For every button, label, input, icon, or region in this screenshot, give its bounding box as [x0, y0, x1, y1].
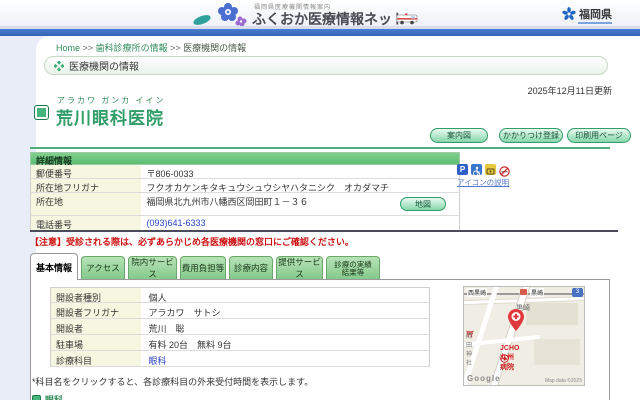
notice-text: 【注意】受診される際は、必ずあらかじめ各医療機関の窓口にご確認ください。 [30, 237, 354, 247]
row-label: 電話番号 [31, 216, 141, 230]
map-block [534, 339, 580, 365]
station-label-kurosaki: 黒崎 [530, 288, 545, 297]
department-section-label: 眼科 [45, 395, 64, 400]
breadcrumb-dental-link[interactable]: 歯科診療所の情報 [96, 43, 168, 53]
tab-provided-services[interactable]: 提供サービス [276, 256, 323, 279]
row-value: 〒806-0033 [140, 165, 459, 179]
map-pin-icon [508, 309, 524, 331]
guide-map-button[interactable]: 案内図 [430, 128, 488, 143]
row-value: 個人 [140, 288, 429, 303]
row-label: 所在地 [31, 193, 141, 215]
row-label: 開設者種別 [51, 288, 141, 303]
blue-accent-bar [0, 29, 640, 36]
tab-basic-info[interactable]: 基本情報 [30, 253, 78, 280]
map-button[interactable]: 地図 [400, 197, 446, 211]
print-page-button[interactable]: 印刷用ページ [567, 128, 631, 143]
breadcrumb: Home >> 歯科診療所の情報 >> 医療機関の情報 [56, 41, 246, 54]
facility-service-icon [485, 164, 496, 175]
diamond-flower-icon [54, 60, 64, 71]
hospital-name: 荒川眼科医院 [56, 109, 164, 128]
table-row-address: 所在地 福岡県北九州市八幡西区岡田町１－３６ [30, 193, 460, 216]
map-block [526, 303, 578, 325]
department-section-link[interactable]: 眼科 [32, 393, 63, 400]
updated-date: 2025年12月11日更新 [527, 86, 612, 96]
row-label: 駐車場 [51, 335, 141, 350]
route-shield: 3 [572, 288, 583, 297]
section-title: 医療機関の情報 [69, 62, 139, 73]
breadcrumb-current: 医療機関の情報 [183, 43, 247, 53]
table-row-founder-type: 開設者種別 個人 [50, 287, 430, 303]
green-divider [30, 147, 610, 149]
facility-icons: P [457, 164, 510, 177]
icons-explanation-link[interactable]: アイコンの説明 [457, 177, 509, 188]
row-value: 有料 20台 無料 9台 [140, 335, 429, 350]
table-row-departments: 診療科目 眼科 [50, 351, 430, 367]
row-label: 診療科目 [51, 351, 141, 366]
hospital-bullet-icon [34, 105, 49, 120]
site-header: 福岡県医療機関情報案内 ふくおか医療情報ネット 福岡県 [0, 0, 640, 27]
breadcrumb-home-link[interactable]: Home [56, 43, 80, 53]
parking-icon: P [457, 164, 468, 175]
google-logo: Google [467, 374, 501, 383]
row-value: 荒川 聡 [140, 319, 429, 334]
table-row-parking: 駐車場 有料 20台 無料 9台 [50, 335, 430, 351]
table-row-founder-kana: 開設者フリガナ アラカワ サトシ [50, 303, 430, 319]
tab-access[interactable]: アクセス [81, 256, 125, 279]
green-bullet-icon [32, 395, 41, 400]
wheelchair-icon [471, 164, 482, 177]
tab-in-hospital-services[interactable]: 院内サービス [128, 256, 177, 279]
map-copyright: Map data ©2025 [544, 378, 582, 384]
breadcrumb-separator: >> [170, 43, 181, 53]
ambulance-icon [396, 13, 418, 25]
pref-flower-icon [562, 7, 576, 20]
section-title-bar: 医療機関の情報 [44, 56, 608, 75]
page: 福岡県医療機関情報案内 ふくおか医療情報ネット 福岡県 Home >> 歯科診療… [0, 0, 640, 400]
row-label: 開設者フリガナ [51, 303, 141, 318]
row-value: アラカワ サトシ [140, 303, 429, 318]
row-label: 郵便番号 [31, 165, 141, 179]
no-smoking-icon [499, 164, 510, 177]
department-link[interactable]: 眼科 [149, 356, 167, 366]
row-value: フクオカケンキタキュウシュウシヤハタニシク オカダマチ [140, 179, 459, 193]
departments-footnote: *科目名をクリックすると、各診療科目の外来受付時間を表示します。 [32, 377, 314, 387]
table-row-address-kana: 所在地フリガナ フクオカケンキタキュウシュウシヤハタニシク オカダマチ [30, 179, 460, 193]
table-row-founder: 開設者 荒川 聡 [50, 319, 430, 335]
station-marker [520, 289, 527, 295]
phone-link[interactable]: (093)641-6333 [140, 216, 459, 230]
tab-treatment-results[interactable]: 診療の実績 結果等 [326, 256, 380, 279]
location-map[interactable]: 西黒崎 黒崎 3 黒崎 ⛩ 岡田神社 JCHO九州病院 Google Map d… [463, 286, 585, 386]
pref-romaji-bar [578, 22, 612, 24]
site-logo-flower-icon [193, 3, 247, 26]
row-label: 開設者 [51, 319, 141, 334]
row-label: 所在地フリガナ [31, 179, 141, 193]
table-row-phone: 電話番号 (093)641-6333 [30, 216, 460, 230]
station-label-nishikurosaki: 西黒崎 [467, 288, 488, 297]
table-row-postal: 郵便番号 〒806-0033 [30, 165, 460, 179]
tab-label-line2: 結果等 [341, 268, 365, 277]
tab-costs[interactable]: 費用負担等 [180, 256, 226, 279]
tab-treatment-details[interactable]: 診療内容 [229, 256, 273, 279]
fukuoka-pref-logo: 福岡県 [562, 6, 612, 24]
details-table-header: 詳細情報 [30, 152, 460, 166]
pref-name: 福岡県 [579, 9, 612, 21]
kakaritsuke-register-button[interactable]: かかりつけ登録 [499, 128, 563, 143]
breadcrumb-separator: >> [82, 43, 94, 53]
section-divider [30, 230, 618, 232]
